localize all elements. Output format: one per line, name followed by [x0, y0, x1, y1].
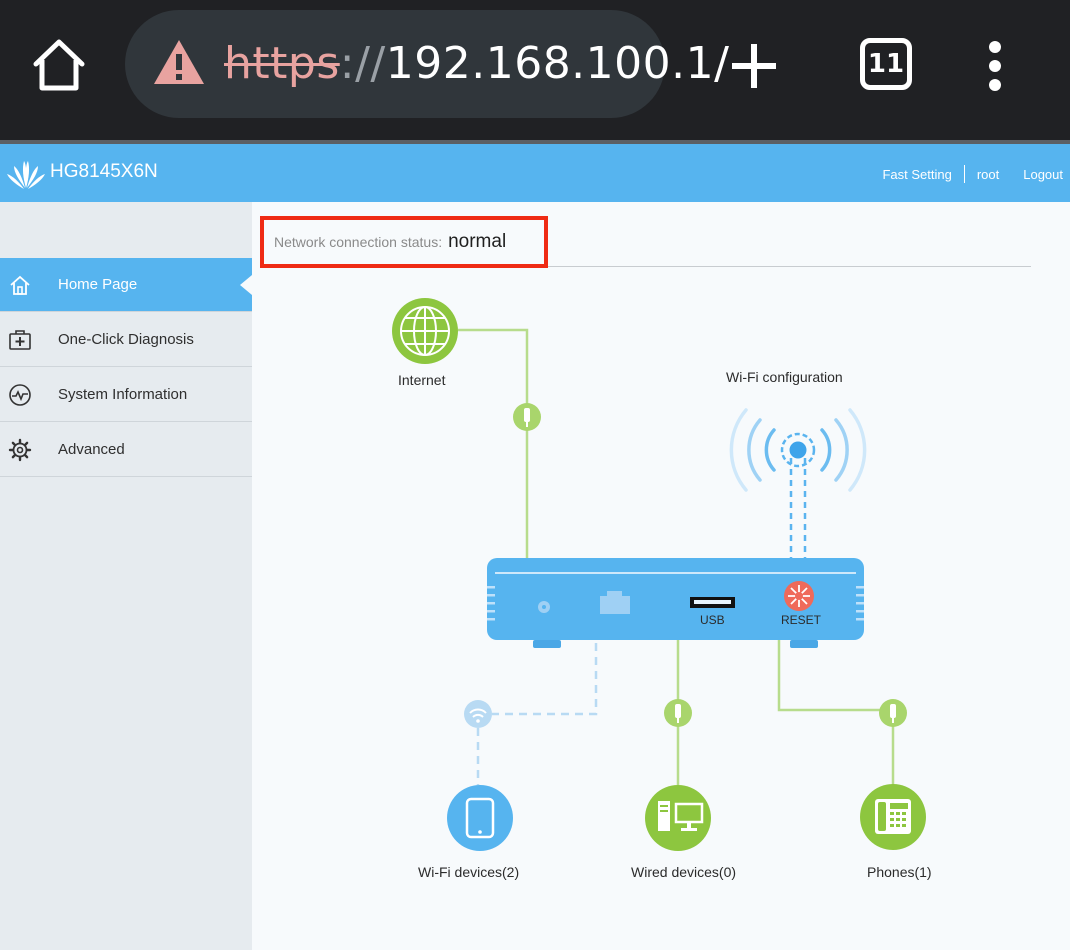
internet-line [458, 328, 529, 558]
usb-label: USB [700, 613, 725, 627]
phones-line [777, 640, 895, 785]
cable-connector-icon [879, 699, 907, 727]
tablet-icon[interactable] [447, 785, 513, 851]
wired-devices-label[interactable]: Wired devices(0) [631, 864, 736, 880]
network-topology-diagram [392, 298, 926, 851]
wifi-antenna-line [789, 458, 807, 560]
usb-port-icon[interactable] [690, 597, 735, 608]
cable-connector-icon [513, 403, 541, 431]
wifi-configuration-label[interactable]: Wi-Fi configuration [726, 369, 843, 385]
internet-label: Internet [398, 372, 446, 388]
computer-icon[interactable] [645, 785, 711, 851]
phone-icon[interactable] [860, 784, 926, 850]
reset-label: RESET [781, 613, 822, 627]
wifi-signal-icon [464, 700, 492, 728]
wifi-devices-label[interactable]: Wi-Fi devices(2) [418, 864, 519, 880]
wifi-broadcast-icon[interactable] [729, 408, 867, 492]
phones-label[interactable]: Phones(1) [867, 864, 932, 880]
globe-icon[interactable] [392, 298, 458, 364]
reset-button-icon[interactable] [784, 581, 814, 611]
power-port-icon [538, 601, 550, 613]
cable-connector-icon [664, 699, 692, 727]
wifi-devices-line [476, 643, 598, 785]
